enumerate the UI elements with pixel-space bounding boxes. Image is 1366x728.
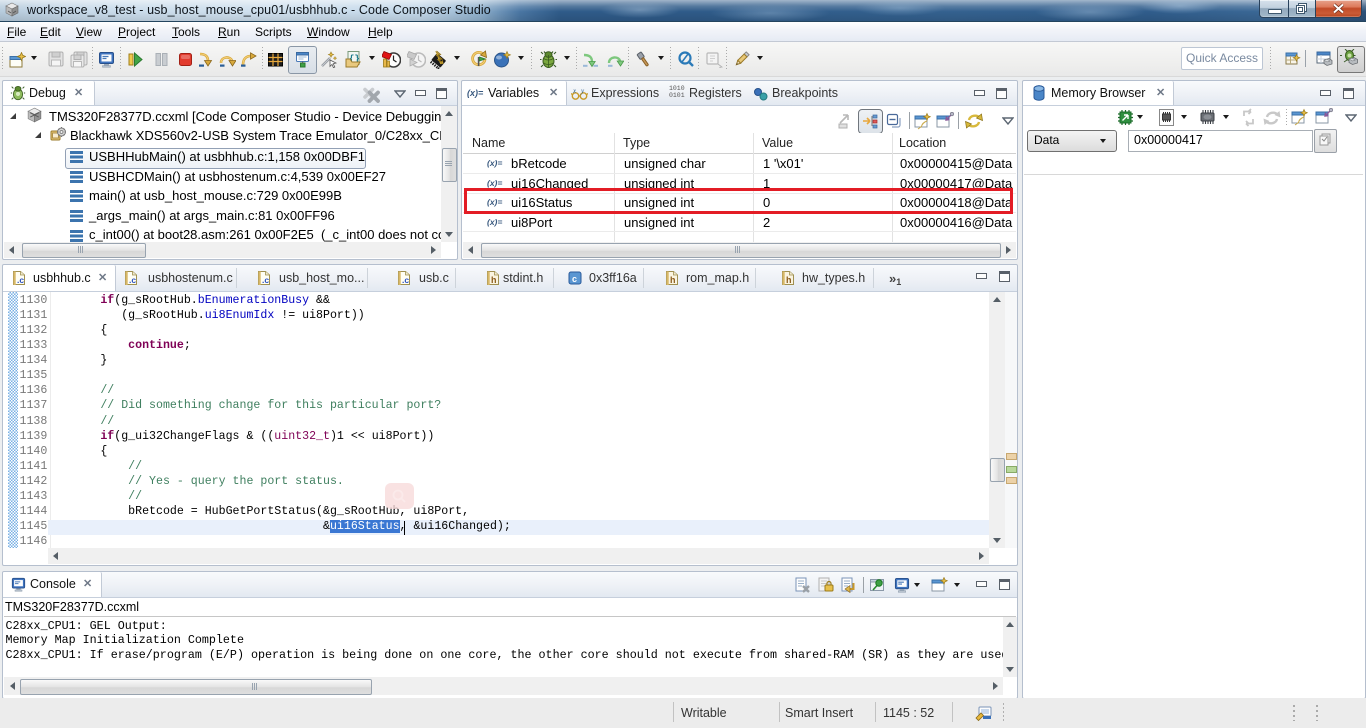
svg-text:.c: .c	[129, 275, 136, 285]
svg-text:.c: .c	[262, 275, 269, 285]
svg-text:c: c	[572, 274, 577, 284]
svg-text:h: h	[491, 275, 497, 285]
svg-text:h: h	[670, 275, 676, 285]
svg-text:x: x	[572, 87, 577, 95]
svg-text:h: h	[786, 275, 792, 285]
svg-text:.c: .c	[17, 275, 24, 285]
svg-text:.c: .c	[402, 275, 409, 285]
svg-text:y: y	[580, 87, 585, 95]
